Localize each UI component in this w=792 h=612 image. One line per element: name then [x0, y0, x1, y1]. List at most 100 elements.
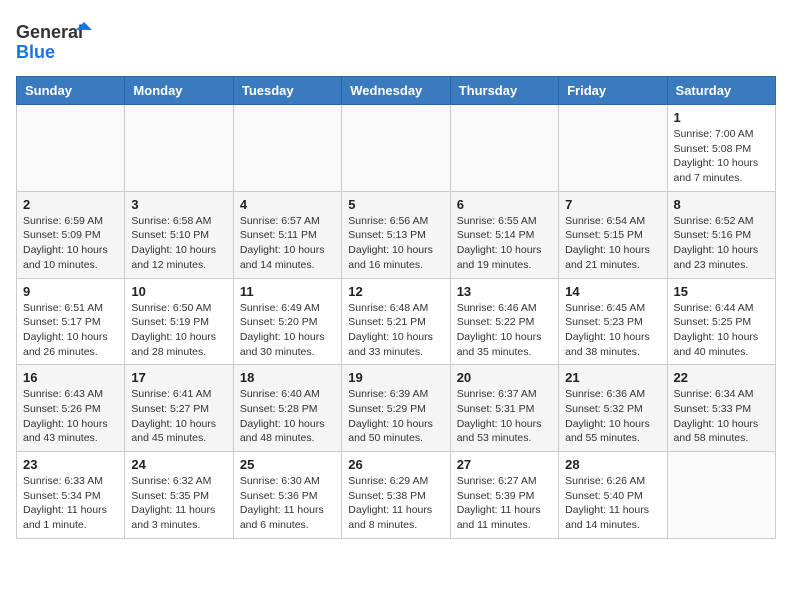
calendar-cell: 28 Sunrise: 6:26 AM Sunset: 5:40 PM Dayli… [559, 452, 667, 539]
calendar-week-4: 16 Sunrise: 6:43 AM Sunset: 5:26 PM Dayli… [17, 365, 776, 452]
calendar-cell [559, 105, 667, 192]
day-number: 8 [674, 197, 769, 212]
calendar-cell: 5Sunrise: 6:56 AM Sunset: 5:13 PM Daylig… [342, 191, 450, 278]
day-number: 4 [240, 197, 335, 212]
day-number: 14 [565, 284, 660, 299]
calendar-cell: 13Sunrise: 6:46 AM Sunset: 5:22 PM Dayli… [450, 278, 558, 365]
day-number: 17 [131, 370, 226, 385]
day-info: Sunrise: 6:40 AM Sunset: 5:28 PM Dayligh… [240, 387, 335, 446]
weekday-header-thursday: Thursday [450, 77, 558, 105]
day-number: 20 [457, 370, 552, 385]
day-info: Sunrise: 6:26 AM Sunset: 5:40 PM Dayligh… [565, 474, 660, 533]
day-number: 19 [348, 370, 443, 385]
day-info: Sunrise: 6:34 AM Sunset: 5:33 PM Dayligh… [674, 387, 769, 446]
day-number: 10 [131, 284, 226, 299]
day-number: 2 [23, 197, 118, 212]
day-info: Sunrise: 6:43 AM Sunset: 5:26 PM Dayligh… [23, 387, 118, 446]
calendar-cell [667, 452, 775, 539]
day-info: Sunrise: 6:37 AM Sunset: 5:31 PM Dayligh… [457, 387, 552, 446]
day-info: Sunrise: 6:32 AM Sunset: 5:35 PM Dayligh… [131, 474, 226, 533]
calendar-cell: 3Sunrise: 6:58 AM Sunset: 5:10 PM Daylig… [125, 191, 233, 278]
day-info: Sunrise: 6:55 AM Sunset: 5:14 PM Dayligh… [457, 214, 552, 273]
day-info: Sunrise: 7:00 AM Sunset: 5:08 PM Dayligh… [674, 127, 769, 186]
svg-text:General: General [16, 22, 83, 42]
calendar-cell: 6 Sunrise: 6:55 AM Sunset: 5:14 PM Daylig… [450, 191, 558, 278]
day-number: 9 [23, 284, 118, 299]
calendar-cell: 23 Sunrise: 6:33 AM Sunset: 5:34 PM Dayli… [17, 452, 125, 539]
weekday-header-tuesday: Tuesday [233, 77, 341, 105]
calendar-table: SundayMondayTuesdayWednesdayThursdayFrid… [16, 76, 776, 539]
calendar-week-5: 23 Sunrise: 6:33 AM Sunset: 5:34 PM Dayli… [17, 452, 776, 539]
weekday-header-friday: Friday [559, 77, 667, 105]
day-number: 24 [131, 457, 226, 472]
calendar-cell [450, 105, 558, 192]
calendar-cell: 16 Sunrise: 6:43 AM Sunset: 5:26 PM Dayli… [17, 365, 125, 452]
day-number: 18 [240, 370, 335, 385]
calendar-cell: 9 Sunrise: 6:51 AM Sunset: 5:17 PM Daylig… [17, 278, 125, 365]
calendar-cell: 15 Sunrise: 6:44 AM Sunset: 5:25 PM Dayli… [667, 278, 775, 365]
calendar-cell: 7 Sunrise: 6:54 AM Sunset: 5:15 PM Daylig… [559, 191, 667, 278]
calendar-cell [342, 105, 450, 192]
calendar-cell: 4 Sunrise: 6:57 AM Sunset: 5:11 PM Daylig… [233, 191, 341, 278]
calendar-cell: 2 Sunrise: 6:59 AM Sunset: 5:09 PM Daylig… [17, 191, 125, 278]
day-info: Sunrise: 6:30 AM Sunset: 5:36 PM Dayligh… [240, 474, 335, 533]
day-info: Sunrise: 6:49 AM Sunset: 5:20 PM Dayligh… [240, 301, 335, 360]
day-info: Sunrise: 6:52 AM Sunset: 5:16 PM Dayligh… [674, 214, 769, 273]
day-info: Sunrise: 6:33 AM Sunset: 5:34 PM Dayligh… [23, 474, 118, 533]
day-info: Sunrise: 6:57 AM Sunset: 5:11 PM Dayligh… [240, 214, 335, 273]
day-info: Sunrise: 6:44 AM Sunset: 5:25 PM Dayligh… [674, 301, 769, 360]
day-number: 12 [348, 284, 443, 299]
calendar-cell: 24 Sunrise: 6:32 AM Sunset: 5:35 PM Dayli… [125, 452, 233, 539]
day-number: 1 [674, 110, 769, 125]
calendar-cell: 17 Sunrise: 6:41 AM Sunset: 5:27 PM Dayli… [125, 365, 233, 452]
calendar-cell: 21 Sunrise: 6:36 AM Sunset: 5:32 PM Dayli… [559, 365, 667, 452]
calendar-cell [125, 105, 233, 192]
day-number: 3 [131, 197, 226, 212]
day-info: Sunrise: 6:45 AM Sunset: 5:23 PM Dayligh… [565, 301, 660, 360]
svg-text:Blue: Blue [16, 42, 55, 62]
weekday-header-monday: Monday [125, 77, 233, 105]
calendar-cell: 18 Sunrise: 6:40 AM Sunset: 5:28 PM Dayli… [233, 365, 341, 452]
calendar-cell: 25 Sunrise: 6:30 AM Sunset: 5:36 PM Dayli… [233, 452, 341, 539]
calendar-cell: 12Sunrise: 6:48 AM Sunset: 5:21 PM Dayli… [342, 278, 450, 365]
page-header: GeneralBlue [16, 16, 776, 66]
day-info: Sunrise: 6:27 AM Sunset: 5:39 PM Dayligh… [457, 474, 552, 533]
calendar-header-row: SundayMondayTuesdayWednesdayThursdayFrid… [17, 77, 776, 105]
day-number: 5 [348, 197, 443, 212]
calendar-cell: 20 Sunrise: 6:37 AM Sunset: 5:31 PM Dayli… [450, 365, 558, 452]
calendar-cell [17, 105, 125, 192]
calendar-week-3: 9 Sunrise: 6:51 AM Sunset: 5:17 PM Daylig… [17, 278, 776, 365]
day-number: 25 [240, 457, 335, 472]
day-info: Sunrise: 6:51 AM Sunset: 5:17 PM Dayligh… [23, 301, 118, 360]
day-number: 7 [565, 197, 660, 212]
day-number: 23 [23, 457, 118, 472]
day-number: 11 [240, 284, 335, 299]
calendar-cell: 14 Sunrise: 6:45 AM Sunset: 5:23 PM Dayli… [559, 278, 667, 365]
calendar-cell: 8 Sunrise: 6:52 AM Sunset: 5:16 PM Daylig… [667, 191, 775, 278]
weekday-header-saturday: Saturday [667, 77, 775, 105]
logo: GeneralBlue [16, 16, 96, 66]
day-info: Sunrise: 6:29 AM Sunset: 5:38 PM Dayligh… [348, 474, 443, 533]
day-info: Sunrise: 6:46 AM Sunset: 5:22 PM Dayligh… [457, 301, 552, 360]
day-number: 21 [565, 370, 660, 385]
calendar-cell: 22 Sunrise: 6:34 AM Sunset: 5:33 PM Dayli… [667, 365, 775, 452]
day-number: 22 [674, 370, 769, 385]
calendar-cell [233, 105, 341, 192]
day-number: 16 [23, 370, 118, 385]
day-info: Sunrise: 6:36 AM Sunset: 5:32 PM Dayligh… [565, 387, 660, 446]
day-number: 26 [348, 457, 443, 472]
calendar-cell: 26 Sunrise: 6:29 AM Sunset: 5:38 PM Dayli… [342, 452, 450, 539]
calendar-week-1: 1 Sunrise: 7:00 AM Sunset: 5:08 PM Daylig… [17, 105, 776, 192]
day-info: Sunrise: 6:41 AM Sunset: 5:27 PM Dayligh… [131, 387, 226, 446]
day-number: 28 [565, 457, 660, 472]
weekday-header-sunday: Sunday [17, 77, 125, 105]
calendar-week-2: 2 Sunrise: 6:59 AM Sunset: 5:09 PM Daylig… [17, 191, 776, 278]
day-number: 6 [457, 197, 552, 212]
day-number: 15 [674, 284, 769, 299]
day-info: Sunrise: 6:54 AM Sunset: 5:15 PM Dayligh… [565, 214, 660, 273]
calendar-cell: 10Sunrise: 6:50 AM Sunset: 5:19 PM Dayli… [125, 278, 233, 365]
day-info: Sunrise: 6:59 AM Sunset: 5:09 PM Dayligh… [23, 214, 118, 273]
calendar-cell: 27Sunrise: 6:27 AM Sunset: 5:39 PM Dayli… [450, 452, 558, 539]
calendar-cell: 19Sunrise: 6:39 AM Sunset: 5:29 PM Dayli… [342, 365, 450, 452]
calendar-cell: 11 Sunrise: 6:49 AM Sunset: 5:20 PM Dayli… [233, 278, 341, 365]
